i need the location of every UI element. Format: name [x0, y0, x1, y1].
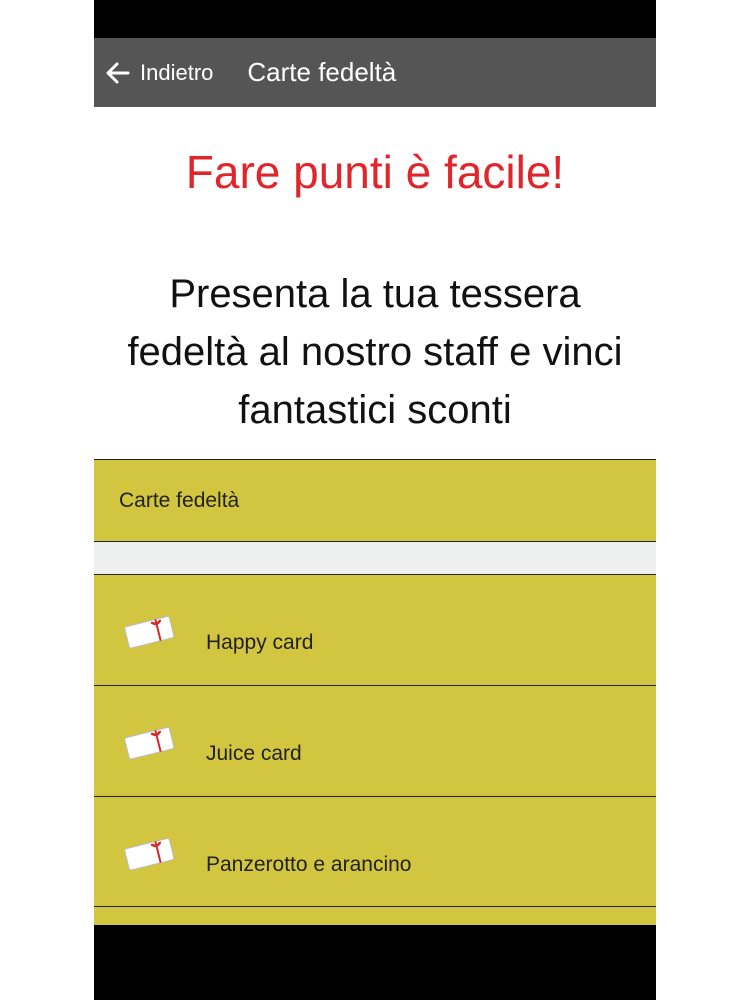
gift-card-icon [124, 726, 175, 760]
card-list: Happy card Juice card Panzerotto e aranc… [94, 574, 656, 907]
section-header-label: Carte fedeltà [119, 488, 240, 512]
left-margin [0, 0, 94, 1000]
right-margin [656, 0, 750, 1000]
section-header: Carte fedeltà [94, 459, 656, 542]
gift-card-icon [124, 837, 175, 871]
gift-card-icon [124, 615, 175, 649]
list-item-happy-card[interactable]: Happy card [94, 574, 656, 685]
app-bar: Indietro Carte fedeltà [94, 38, 656, 107]
phone-screen: Indietro Carte fedeltà Fare punti è faci… [94, 0, 656, 1000]
back-label: Indietro [140, 59, 214, 85]
card-label: Panzerotto e arancino [206, 853, 412, 876]
card-label: Juice card [206, 742, 302, 765]
back-button[interactable]: Indietro [104, 38, 213, 107]
page-title: Carte fedeltà [247, 57, 397, 87]
status-bar [94, 0, 656, 38]
list-bottom-fill [94, 907, 656, 925]
navigation-bar [94, 925, 656, 1000]
section-divider [94, 542, 656, 574]
hero-banner: Fare punti è facile! Presenta la tua tes… [94, 107, 656, 459]
list-item-juice-card[interactable]: Juice card [94, 685, 656, 796]
page: Indietro Carte fedeltà Fare punti è faci… [0, 0, 750, 1000]
hero-headline: Fare punti è facile! [185, 146, 565, 198]
back-arrow-icon [106, 62, 130, 83]
hero-body: Presenta la tua tessera fedeltà al nostr… [127, 272, 623, 432]
card-label: Happy card [206, 631, 314, 654]
list-item-panzerotto-arancino[interactable]: Panzerotto e arancino [94, 796, 656, 907]
